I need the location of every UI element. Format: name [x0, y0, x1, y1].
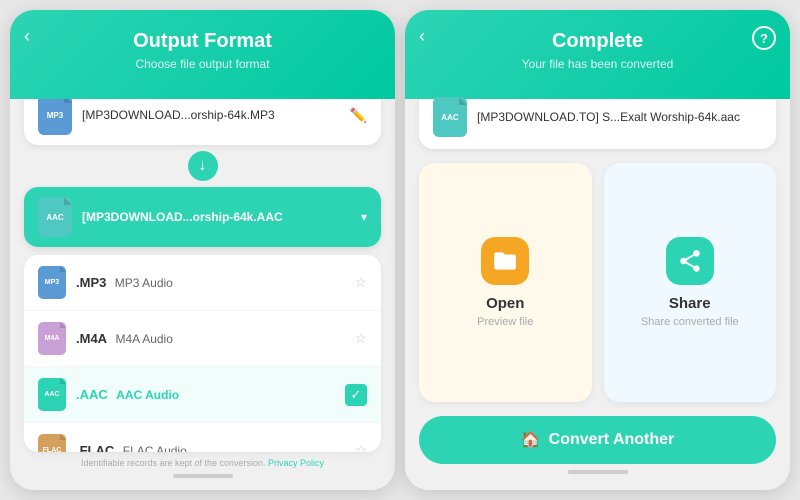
open-sublabel: Preview file — [477, 316, 533, 328]
format-star-m4a[interactable]: ☆ — [354, 330, 367, 347]
format-name-mp3: MP3 Audio — [115, 276, 173, 290]
privacy-policy-link[interactable]: Privacy Policy — [268, 458, 324, 468]
left-header-title: Output Format — [26, 30, 379, 53]
arrow-down-icon: ↓ — [188, 151, 218, 181]
converted-file-name: [MP3DOWNLOAD.TO] S...Exalt Worship-64k.a… — [477, 110, 762, 124]
output-file-name: [MP3DOWNLOAD...orship-64k.AAC — [82, 210, 351, 224]
format-name-aac: AAC Audio — [116, 388, 179, 402]
right-header: ‹ Complete Your file has been converted … — [405, 10, 790, 99]
home-icon: 🏠 — [521, 430, 541, 450]
dropdown-icon: ▾ — [361, 210, 367, 224]
right-header-subtitle: Your file has been converted — [421, 57, 774, 71]
format-star-mp3[interactable]: ☆ — [354, 274, 367, 291]
format-star-flac[interactable]: ☆ — [354, 442, 367, 452]
format-ext-mp3: .MP3 — [76, 275, 106, 290]
format-item-m4a[interactable]: M4A .M4A M4A Audio ☆ — [24, 311, 381, 367]
format-ext-m4a: .M4A — [76, 331, 107, 346]
left-header-subtitle: Choose file output format — [26, 57, 379, 71]
format-item-mp3[interactable]: MP3 .MP3 MP3 Audio ☆ — [24, 255, 381, 311]
format-text-flac: .FLAC FLAC Audio — [76, 442, 344, 453]
share-label: Share — [669, 295, 711, 312]
edit-icon[interactable]: ✏️ — [350, 107, 367, 124]
format-icon-aac: AAC — [38, 378, 66, 411]
format-ext-aac: .AAC — [76, 387, 108, 402]
back-button-right[interactable]: ‹ — [419, 26, 425, 47]
left-screen-body: MP3 [MP3DOWNLOAD...orship-64k.MP3 ✏️ ↓ A… — [10, 99, 395, 490]
complete-body: AAC [MP3DOWNLOAD.TO] S...Exalt Worship-6… — [405, 99, 790, 490]
format-ext-flac: .FLAC — [76, 443, 114, 453]
left-header: ‹ Output Format Choose file output forma… — [10, 10, 395, 99]
share-action-card[interactable]: Share Share converted file — [604, 163, 777, 402]
format-check-aac: ✓ — [345, 384, 367, 406]
convert-arrow: ↓ — [24, 145, 381, 187]
convert-another-label: Convert Another — [549, 431, 675, 449]
bottom-bar-left — [173, 474, 233, 478]
format-text-aac: .AAC AAC Audio — [76, 386, 335, 404]
format-list: MP3 .MP3 MP3 Audio ☆ M4A .M4A M4A Audio … — [24, 255, 381, 452]
format-text-mp3: .MP3 MP3 Audio — [76, 274, 344, 292]
format-name-m4a: M4A Audio — [116, 332, 173, 346]
complete-screen: ‹ Complete Your file has been converted … — [405, 10, 790, 490]
output-file-card[interactable]: AAC [MP3DOWNLOAD...orship-64k.AAC ▾ — [24, 187, 381, 247]
open-label: Open — [486, 295, 524, 312]
format-icon-mp3: MP3 — [38, 266, 66, 299]
open-action-card[interactable]: Open Preview file — [419, 163, 592, 402]
right-header-title: Complete — [421, 30, 774, 53]
bottom-bar-right — [568, 470, 628, 474]
share-icon — [666, 237, 714, 285]
share-sublabel: Share converted file — [641, 316, 739, 328]
input-file-card: MP3 [MP3DOWNLOAD...orship-64k.MP3 ✏️ — [24, 99, 381, 145]
open-icon — [481, 237, 529, 285]
input-file-name: [MP3DOWNLOAD...orship-64k.MP3 — [82, 108, 340, 122]
format-name-flac: FLAC Audio — [123, 444, 187, 453]
format-item-aac[interactable]: AAC .AAC AAC Audio ✓ — [24, 367, 381, 423]
format-item-flac[interactable]: FLAC .FLAC FLAC Audio ☆ — [24, 423, 381, 452]
output-file-icon: AAC — [38, 197, 72, 237]
format-icon-m4a: M4A — [38, 322, 66, 355]
action-cards: Open Preview file Share Share converted … — [419, 163, 776, 402]
footer-text: Identifiable records are kept of the con… — [24, 452, 381, 468]
input-file-icon: MP3 — [38, 99, 72, 135]
output-format-screen: ‹ Output Format Choose file output forma… — [10, 10, 395, 490]
help-button[interactable]: ? — [752, 26, 776, 50]
format-text-m4a: .M4A M4A Audio — [76, 330, 344, 348]
convert-another-button[interactable]: 🏠 Convert Another — [419, 416, 776, 464]
converted-file-icon: AAC — [433, 97, 467, 137]
format-icon-flac: FLAC — [38, 434, 66, 452]
back-button-left[interactable]: ‹ — [24, 26, 30, 47]
